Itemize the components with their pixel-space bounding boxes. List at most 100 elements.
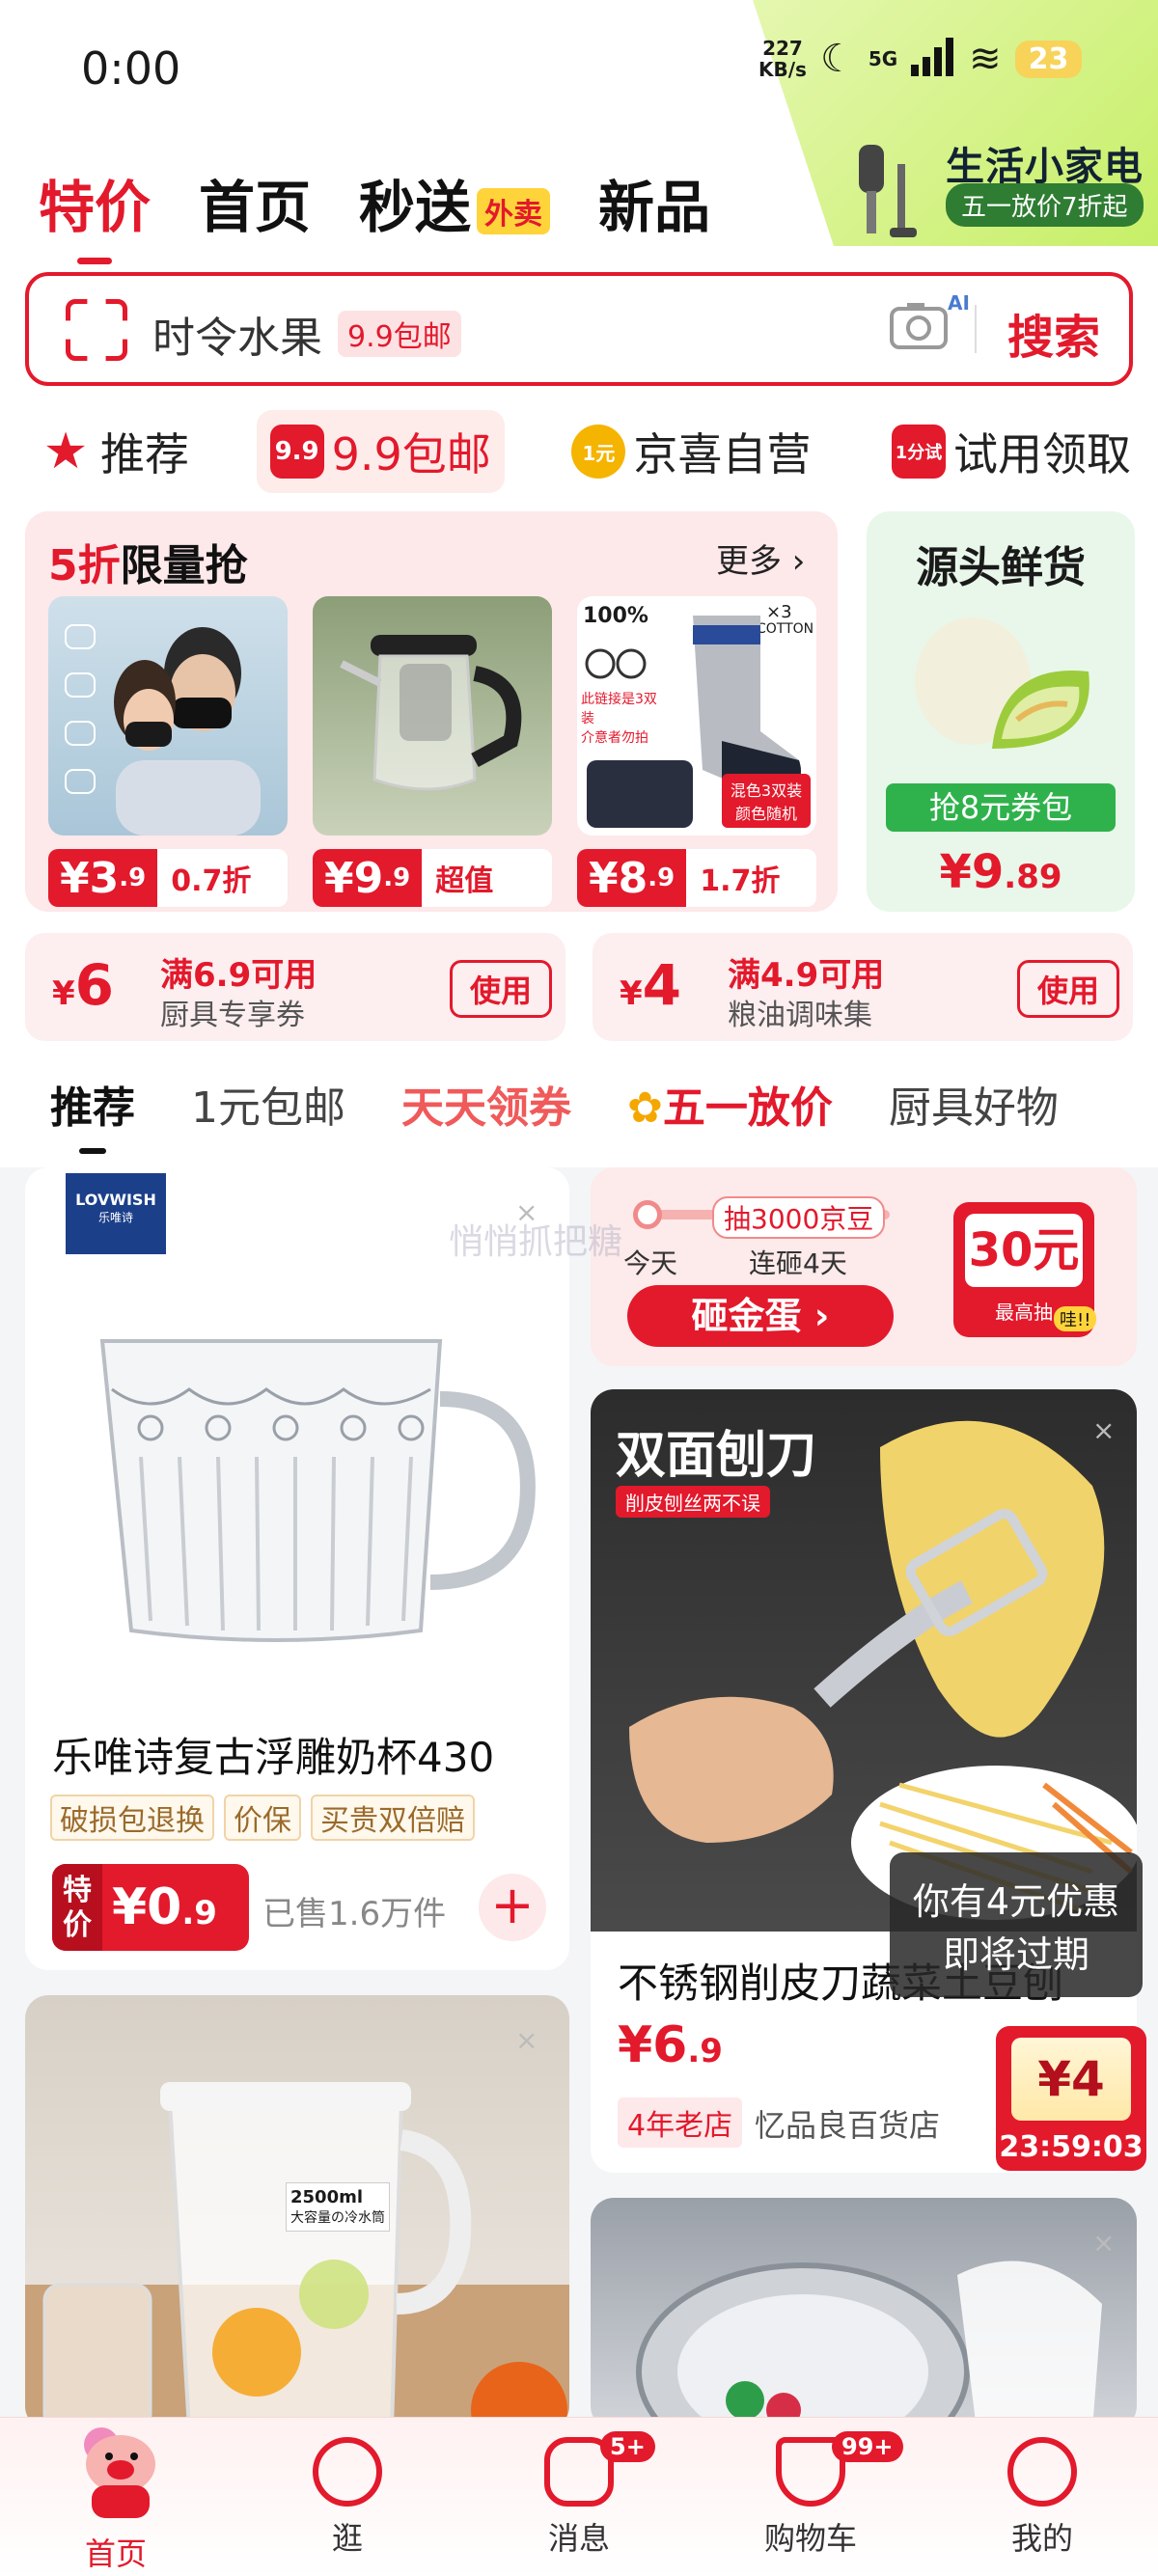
tab-special[interactable]: 特价 — [39, 162, 151, 264]
special-price-block: 特价 ¥0.9 — [52, 1864, 249, 1951]
flash-sale-panel[interactable]: 5折限量抢 更多 › ¥3.9 0.7折 ¥9.9 超值 100% ×3 COTTO… — [25, 511, 838, 912]
price-main: ¥3 — [60, 853, 120, 903]
price-decimal: .9 — [119, 863, 147, 892]
feed-tab-may-day[interactable]: ✿五一放价 — [627, 1073, 833, 1135]
countdown-timer: 23:59:03 — [999, 2130, 1144, 2164]
price-decimal: .9 — [687, 2032, 723, 2070]
tag: 破损包退换 — [50, 1795, 214, 1841]
feed-tab-coupons[interactable]: 天天领券 — [401, 1073, 571, 1135]
product-card-jug[interactable]: 2500ml 大容量の冷水筒 × — [25, 1995, 569, 2429]
feed-tabs: 推荐 1元包邮 天天领券 ✿五一放价 厨具好物 — [50, 1073, 1059, 1154]
flash-title: 5折限量抢 — [48, 531, 248, 592]
price-decimal: .89 — [1004, 858, 1062, 896]
flash-title-red: 5折 — [48, 541, 121, 590]
search-divider — [975, 305, 977, 353]
close-icon[interactable]: × — [515, 2024, 538, 2056]
camera-icon[interactable] — [888, 297, 950, 365]
coupon-value: 6 — [74, 952, 115, 1018]
prize-badge: 30元 最高抽 哇!! — [953, 1202, 1097, 1337]
prize-amount: 30元 — [965, 1214, 1083, 1287]
tab-new[interactable]: 新品 — [598, 162, 710, 243]
fresh-title: 源头鲜货 — [916, 543, 1086, 592]
smash-egg-button[interactable]: 砸金蛋 › — [627, 1285, 894, 1347]
cup-image — [73, 1312, 537, 1663]
jug-image: 2500ml 大容量の冷水筒 — [25, 1995, 569, 2429]
yen-sign: ¥ — [52, 974, 75, 1013]
bottom-tab-browse[interactable]: 逛 — [280, 2437, 415, 2559]
brand-name: LOVWISH — [75, 1191, 156, 1209]
profile-icon — [1007, 2437, 1077, 2507]
search-bar[interactable]: 时令水果 9.9包邮 AI 搜索 — [25, 272, 1133, 386]
coin-icon: 1元 — [571, 425, 626, 479]
feed-tab-kitchen[interactable]: 厨具好物 — [889, 1073, 1059, 1135]
scan-icon[interactable] — [66, 299, 127, 361]
shop-name[interactable]: 忆品良百货店 — [755, 2101, 940, 2146]
price-main: ¥0 — [112, 1878, 182, 1936]
mask-product-image — [48, 596, 288, 836]
flash-item[interactable]: ¥3.9 0.7折 — [48, 596, 288, 907]
price-block: ¥9.9 — [313, 849, 423, 907]
peeler-img-title: 双面刨刀 — [616, 1427, 817, 1485]
peeler-img-subtitle: 削皮刨丝两不误 — [616, 1486, 770, 1518]
close-icon[interactable]: × — [1092, 2227, 1115, 2259]
bottom-tab-home[interactable]: 首页 — [48, 2427, 183, 2574]
gift-bag-icon: 1分试 — [891, 425, 946, 479]
search-input[interactable]: 时令水果 — [152, 303, 322, 365]
coupon-card[interactable]: ¥6 满6.9可用 厨具专享券 使用 — [25, 933, 565, 1041]
brand-logo: LOVWISH 乐唯诗 — [66, 1173, 166, 1254]
feed-tab-1yuan[interactable]: 1元包邮 — [191, 1073, 345, 1135]
coupon-amount: ¥6 — [52, 952, 114, 1018]
cat-recommend[interactable]: ★ 推荐 — [25, 410, 203, 493]
coupon-pack-button[interactable]: 抢8元券包 — [886, 783, 1116, 832]
wifi-icon: ≋ — [969, 37, 1002, 81]
coupon-amount: ¥4 — [620, 952, 681, 1018]
expiring-coupon-widget[interactable]: ¥4 23:59:03 — [996, 2026, 1146, 2171]
status-icons: 227 KB/s ☾ 5G ≋ 23 — [758, 37, 1083, 81]
special-label: 特价 — [52, 1864, 102, 1951]
search-button[interactable]: 搜索 — [1007, 299, 1100, 367]
strainer-image — [591, 2198, 1137, 2429]
cat-9-9[interactable]: 9.9 9.9包邮 — [256, 410, 505, 493]
promo-subtitle: 五一放价7折起 — [946, 183, 1144, 227]
feed-tab-recommend[interactable]: 推荐 — [50, 1073, 135, 1154]
melon-image — [905, 604, 1098, 772]
net-speed: 227 KB/s — [758, 38, 807, 80]
sold-count: 已售1.6万件 — [262, 1895, 447, 1933]
network-label: 5G — [868, 47, 898, 70]
use-coupon-button[interactable]: 使用 — [1016, 960, 1119, 1018]
discount-tag: 超值 — [435, 864, 494, 898]
coupon-expiry-tooltip: 你有4元优惠 即将过期 — [890, 1852, 1143, 1997]
tab-home[interactable]: 首页 — [199, 162, 311, 243]
status-bar: 0:00 227 KB/s ☾ 5G ≋ 23 — [0, 0, 1158, 135]
cat-label: 试用领取 — [952, 428, 1131, 480]
price-decimal: .9 — [181, 1894, 217, 1932]
discount-tag: 1.7折 — [700, 864, 781, 898]
bottom-tab-messages[interactable]: 5+ 消息 — [511, 2431, 655, 2559]
cat-jingxi[interactable]: 1元 京喜自营 — [558, 410, 824, 493]
tab-delivery[interactable]: 秒送 外卖 — [359, 162, 551, 243]
tab-delivery-label: 秒送 — [359, 175, 472, 240]
gold-egg-card[interactable]: 抽3000京豆 今天 连砸4天 砸金蛋 › 30元 最高抽 哇!! — [591, 1167, 1137, 1366]
more-link[interactable]: 更多 › — [716, 534, 805, 582]
product-price: ¥0.9 — [102, 1878, 217, 1936]
product-card-cup[interactable]: LOVWISH 乐唯诗 × 乐唯诗复古浮雕奶杯430 破损包退换 价保 买贵双倍… — [25, 1167, 569, 1970]
product-card-sink-strainer[interactable]: × — [591, 2198, 1137, 2429]
bottom-tab-cart[interactable]: 99+ 购物车 — [743, 2431, 903, 2559]
cat-trial[interactable]: 1分试 试用领取 — [878, 410, 1144, 493]
peeler-image: 双面刨刀 削皮刨丝两不误 × — [591, 1389, 1137, 1932]
bottom-tab-me[interactable]: 我的 — [975, 2437, 1110, 2559]
flash-item[interactable]: ¥9.9 超值 — [313, 596, 552, 907]
flower-icon: ✿ — [627, 1083, 663, 1133]
add-to-cart-button[interactable]: + — [479, 1874, 546, 1941]
bottom-tab-label: 我的 — [1010, 2520, 1073, 2557]
flash-item[interactable]: 100% ×3 COTTON 此链接是3双装 介意者勿拍 混色3双装 颜色随机 … — [577, 596, 816, 907]
close-icon[interactable]: × — [1092, 1414, 1115, 1446]
tooltip-text: 你有4元优惠 即将过期 — [912, 1880, 1120, 1976]
shop-age-tag: 4年老店 — [618, 2097, 743, 2148]
coupon-card[interactable]: ¥4 满4.9可用 粮油调味集 使用 — [593, 933, 1133, 1041]
use-coupon-button[interactable]: 使用 — [449, 960, 552, 1018]
speed-value: 227 — [762, 37, 803, 60]
header-area: 生活小家电 五一放价7折起 0:00 227 KB/s ☾ 5G ≋ 23 特价 … — [0, 0, 1158, 1167]
fresh-goods-panel[interactable]: 源头鲜货 抢8元券包 ¥9.89 — [867, 511, 1135, 912]
flash-title-rest: 限量抢 — [120, 541, 248, 590]
